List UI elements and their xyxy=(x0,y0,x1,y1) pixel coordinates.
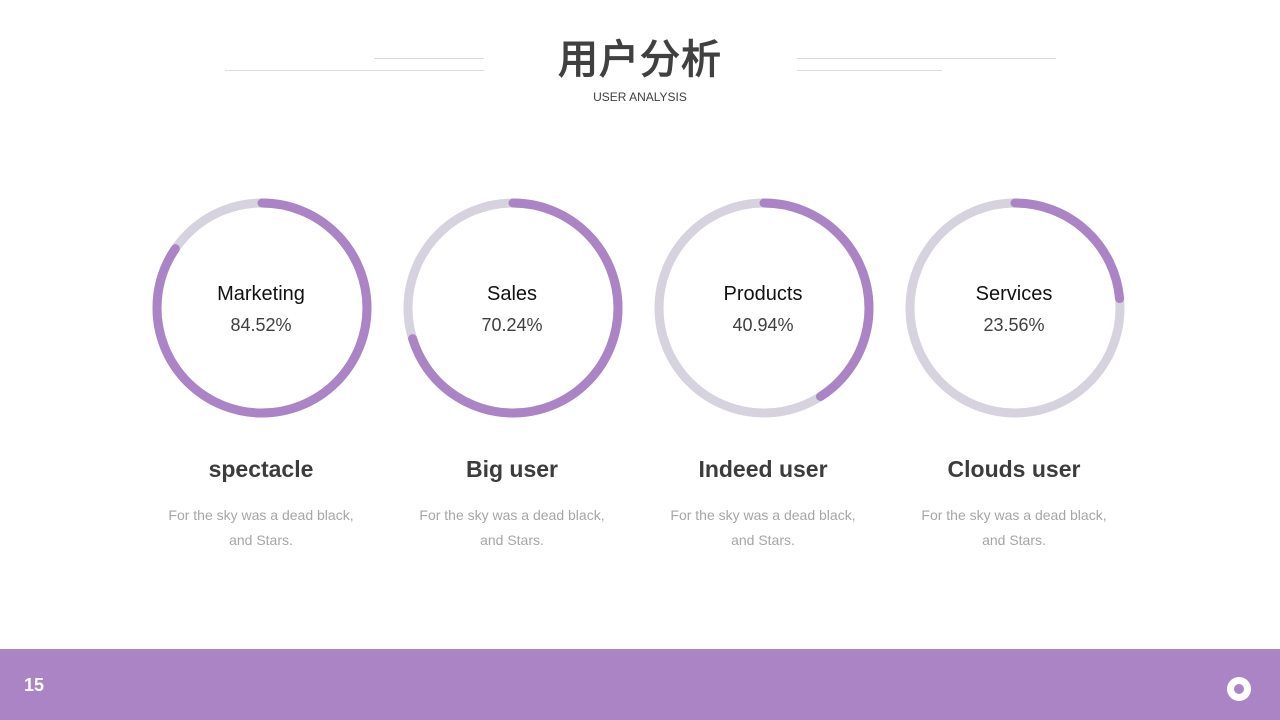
ring-icon xyxy=(1227,677,1251,701)
page-number: 15 xyxy=(24,675,45,695)
item-description-line: For the sky was a dead black, xyxy=(168,507,354,523)
page-title: 用户分析 xyxy=(558,38,722,82)
stat-value: 40.94% xyxy=(732,315,794,335)
page-subtitle: USER ANALYSIS xyxy=(593,90,687,104)
stat-label: Services xyxy=(975,283,1053,305)
item-heading: Big user xyxy=(465,456,559,482)
item-description-line: and Stars. xyxy=(229,532,293,548)
stat-label: Sales xyxy=(486,283,538,305)
stat-item-products: Products 40.94% Indeed user For the sky … xyxy=(643,196,883,556)
progress-ring xyxy=(905,198,1125,418)
slide: 用户分析 USER ANALYSIS Marketing 84.52% spec… xyxy=(0,0,1280,720)
item-heading: spectacle xyxy=(208,456,314,482)
stat-label: Marketing xyxy=(217,283,305,305)
footer-bar: 15 xyxy=(0,649,1280,720)
item-description-line: For the sky was a dead black, xyxy=(670,507,856,523)
stat-value: 84.52% xyxy=(230,315,292,335)
stat-item-services: Services 23.56% Clouds user For the sky … xyxy=(894,196,1134,556)
item-description: For the sky was a dead black, and Stars. xyxy=(653,503,873,553)
stat-item-marketing: Marketing 84.52% spectacle For the sky w… xyxy=(141,196,381,556)
item-heading: Indeed user xyxy=(698,456,828,482)
item-description: For the sky was a dead black, and Stars. xyxy=(151,503,371,553)
item-heading: Clouds user xyxy=(947,456,1081,482)
progress-ring xyxy=(152,198,372,418)
item-description-line: and Stars. xyxy=(982,532,1046,548)
item-description: For the sky was a dead black, and Stars. xyxy=(402,503,622,553)
item-description-line: and Stars. xyxy=(480,532,544,548)
progress-ring xyxy=(654,198,874,418)
item-description: For the sky was a dead black, and Stars. xyxy=(904,503,1124,553)
item-description-line: and Stars. xyxy=(731,532,795,548)
stat-item-sales: Sales 70.24% Big user For the sky was a … xyxy=(392,196,632,556)
stat-value: 70.24% xyxy=(481,315,543,335)
stat-value: 23.56% xyxy=(983,315,1045,335)
stat-label: Products xyxy=(723,283,803,305)
item-description-line: For the sky was a dead black, xyxy=(921,507,1107,523)
item-description-line: For the sky was a dead black, xyxy=(419,507,605,523)
progress-ring xyxy=(403,198,623,418)
